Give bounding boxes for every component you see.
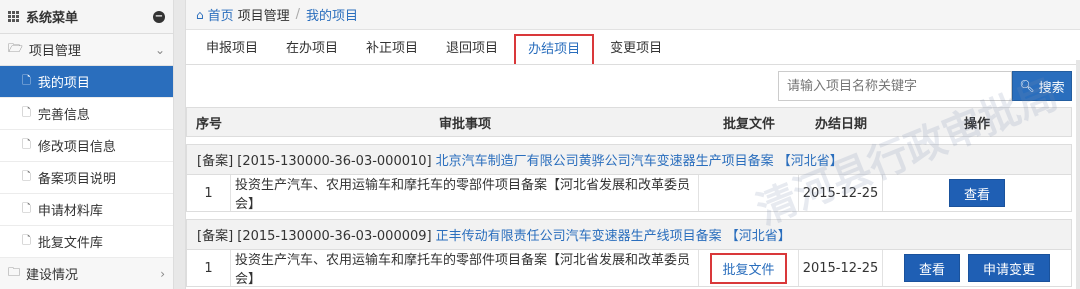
row-date: 2015-12-25	[799, 250, 883, 286]
breadcrumb-home[interactable]: 首页	[208, 5, 234, 24]
project-header: [备案] [2015-130000-36-03-000010] 北京汽车制造厂有…	[187, 145, 1071, 175]
chevron-right-icon: ›	[160, 266, 165, 281]
sidebar-item-label: 备案项目说明	[37, 172, 116, 187]
sidebar-item-complete-info[interactable]: 🗋 完善信息	[0, 98, 173, 130]
row-date: 2015-12-25	[799, 175, 883, 211]
sidebar-item-filing-notes[interactable]: 🗋 备案项目说明	[0, 162, 173, 194]
sidebar-group-construction[interactable]: 🗀 建设情况 ›	[0, 258, 173, 289]
sidebar-title: 系统菜单	[26, 11, 79, 26]
breadcrumb: ⌂ 首页 项目管理 / 我的项目	[186, 0, 1080, 30]
search-icon: 🔍︎	[1019, 79, 1035, 93]
project-table: 序号 审批事项 批复文件 办结日期 操作 [备案] [2015-130000-3…	[186, 107, 1072, 287]
file-icon: 🗋	[22, 202, 31, 215]
project-group: [备案] [2015-130000-36-03-000010] 北京汽车制造厂有…	[186, 144, 1072, 212]
project-header: [备案] [2015-130000-36-03-000009] 正丰传动有限责任…	[187, 220, 1071, 250]
row-no: 1	[187, 175, 231, 211]
minus-circle-icon[interactable]: −	[153, 10, 165, 23]
view-button[interactable]: 查看	[948, 179, 1005, 207]
folder-icon: 🗀	[8, 265, 21, 279]
file-icon: 🗋	[22, 74, 31, 87]
search-button[interactable]: 🔍︎ 搜索	[1012, 71, 1072, 101]
breadcrumb-separator: /	[295, 7, 301, 22]
project-group: [备案] [2015-130000-36-03-000009] 正丰传动有限责任…	[186, 219, 1072, 287]
menu-grid-icon	[8, 10, 20, 23]
file-icon: 🗋	[22, 170, 31, 183]
sidebar-group-project-management[interactable]: 🗁 项目管理 ⌄	[0, 34, 173, 66]
request-change-button[interactable]: 申请变更	[968, 254, 1051, 282]
tab-bar: 申报项目 在办项目 补正项目 退回项目 办结项目 变更项目	[186, 33, 1080, 65]
column-header-date: 办结日期	[814, 116, 867, 132]
tab-returned[interactable]: 退回项目	[434, 36, 510, 64]
sidebar-header: 系统菜单 −	[0, 0, 173, 34]
sidebar-item-label: 我的项目	[37, 76, 90, 91]
tab-in-progress[interactable]: 在办项目	[274, 36, 350, 64]
column-header-item: 审批事项	[438, 116, 491, 132]
sidebar: 系统菜单 − 🗁 项目管理 ⌄ 🗋 我的项目 🗋 完善信息 🗋 修改项目信息 🗋…	[0, 0, 174, 289]
search-input[interactable]	[778, 71, 1012, 101]
sidebar-item-materials[interactable]: 🗋 申请材料库	[0, 194, 173, 226]
column-header-file: 批复文件	[722, 116, 775, 132]
project-name-link[interactable]: 正丰传动有限责任公司汽车变速器生产线项目备案 【河北省】	[436, 225, 791, 244]
project-code: [备案] [2015-130000-36-03-000009]	[197, 229, 432, 244]
breadcrumb-current: 我的项目	[306, 9, 359, 24]
main-content: ⌂ 首页 项目管理 / 我的项目 申报项目 在办项目 补正项目 退回项目 办结项…	[186, 0, 1080, 289]
view-button[interactable]: 查看	[903, 254, 960, 282]
row-item: 投资生产汽车、农用运输车和摩托车的零部件项目备案【河北省发展和改革委员会】	[231, 175, 699, 212]
project-code: [备案] [2015-130000-36-03-000010]	[197, 154, 432, 169]
table-row: 1 投资生产汽车、农用运输车和摩托车的零部件项目备案【河北省发展和改革委员会】 …	[187, 175, 1071, 212]
sidebar-item-label: 修改项目信息	[37, 140, 116, 155]
tab-correction[interactable]: 补正项目	[354, 36, 430, 64]
tab-changed[interactable]: 变更项目	[598, 36, 674, 64]
tab-completed[interactable]: 办结项目	[514, 34, 595, 64]
home-icon[interactable]: ⌂	[196, 8, 204, 22]
folder-open-icon: 🗁	[8, 41, 23, 55]
file-icon: 🗋	[22, 138, 31, 151]
row-item: 投资生产汽车、农用运输车和摩托车的零部件项目备案【河北省发展和改革委员会】	[231, 250, 699, 287]
project-name-link[interactable]: 北京汽车制造厂有限公司黄骅公司汽车变速器生产项目备案 【河北省】	[436, 150, 843, 169]
sidebar-item-label: 批复文件库	[37, 236, 103, 251]
sidebar-item-label: 申请材料库	[37, 204, 103, 219]
search-bar: 🔍︎ 搜索	[186, 65, 1080, 109]
row-ops: 查看 申请变更	[883, 250, 1071, 286]
column-header-no: 序号	[195, 116, 222, 132]
sidebar-item-my-projects[interactable]: 🗋 我的项目	[0, 66, 173, 98]
table-row: 1 投资生产汽车、农用运输车和摩托车的零部件项目备案【河北省发展和改革委员会】 …	[187, 250, 1071, 287]
sidebar-item-label: 完善信息	[37, 108, 90, 123]
breadcrumb-section[interactable]: 项目管理	[238, 5, 290, 24]
row-ops: 查看	[883, 175, 1071, 211]
approval-file-link[interactable]: 批复文件	[710, 252, 787, 284]
page-scrollbar[interactable]	[1076, 60, 1080, 289]
sidebar-item-approval-files[interactable]: 🗋 批复文件库	[0, 226, 173, 258]
sidebar-scrollbar[interactable]	[174, 0, 186, 289]
column-header-ops: 操作	[963, 116, 990, 132]
tab-submitted[interactable]: 申报项目	[194, 36, 270, 64]
sidebar-group-label: 项目管理	[28, 44, 81, 59]
file-icon: 🗋	[22, 234, 31, 247]
file-icon: 🗋	[22, 106, 31, 119]
row-file: 批复文件	[699, 250, 799, 286]
table-header: 序号 审批事项 批复文件 办结日期 操作	[186, 107, 1072, 137]
row-no: 1	[187, 250, 231, 286]
search-button-label: 搜索	[1038, 80, 1065, 96]
row-file	[699, 175, 799, 211]
sidebar-group-label: 建设情况	[26, 268, 79, 283]
chevron-down-icon: ⌄	[154, 42, 165, 57]
sidebar-item-edit-project[interactable]: 🗋 修改项目信息	[0, 130, 173, 162]
